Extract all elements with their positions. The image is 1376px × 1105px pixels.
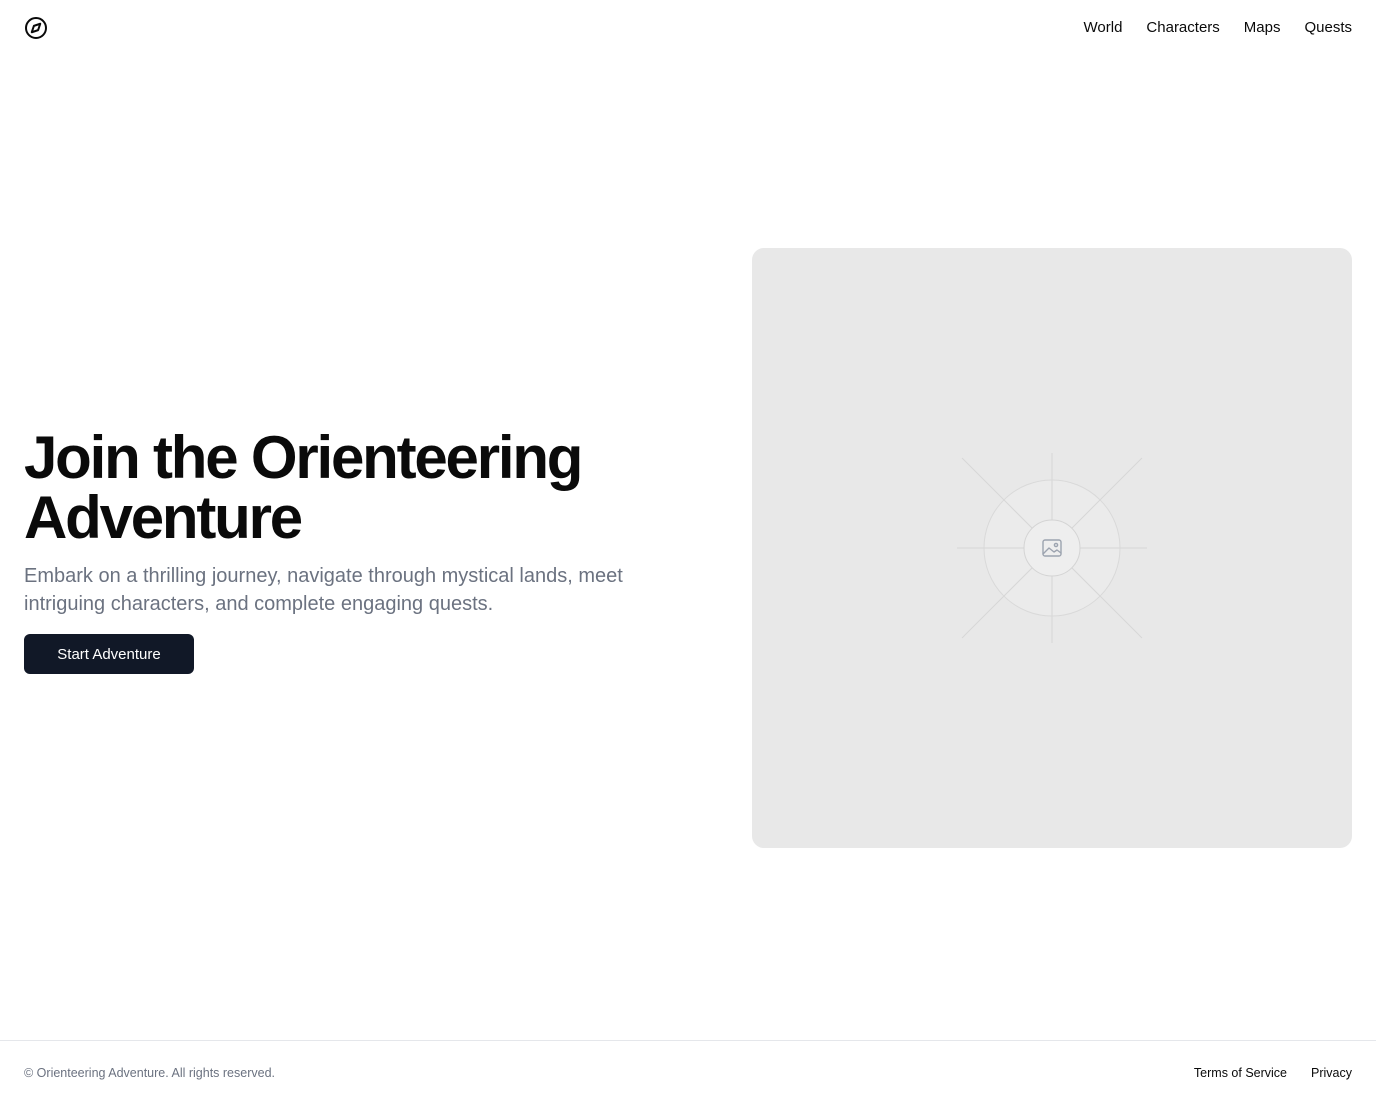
terms-of-service-link[interactable]: Terms of Service	[1194, 1066, 1287, 1080]
nav-link-characters[interactable]: Characters	[1146, 18, 1219, 38]
compass-icon	[25, 17, 47, 39]
privacy-link[interactable]: Privacy	[1311, 1066, 1352, 1080]
hero-title-line-1: Join the Orienteering	[24, 424, 583, 491]
nav-link-maps[interactable]: Maps	[1244, 18, 1281, 38]
site-header: World Characters Maps Quests	[0, 0, 1376, 56]
hero-title-line-2: Adventure	[24, 484, 303, 551]
hero-section: Join the Orienteering Adventure Embark o…	[24, 428, 664, 674]
nav-link-quests[interactable]: Quests	[1304, 18, 1352, 38]
page: World Characters Maps Quests Join the Or…	[0, 0, 1376, 1105]
main-nav: World Characters Maps Quests	[1084, 18, 1352, 38]
start-adventure-button[interactable]: Start Adventure	[24, 634, 194, 674]
hero-subtitle: Embark on a thrilling journey, navigate …	[24, 565, 623, 615]
nav-link-world[interactable]: World	[1084, 18, 1123, 38]
home-logo-link[interactable]	[24, 16, 48, 40]
site-footer: © Orienteering Adventure. All rights res…	[0, 1040, 1376, 1105]
hero-title: Join the Orienteering Adventure	[24, 428, 664, 548]
copyright-text: © Orienteering Adventure. All rights res…	[24, 1066, 276, 1080]
image-placeholder-icon	[957, 453, 1147, 643]
footer-nav: Terms of Service Privacy	[1194, 1066, 1352, 1080]
hero-image-placeholder	[752, 248, 1352, 848]
